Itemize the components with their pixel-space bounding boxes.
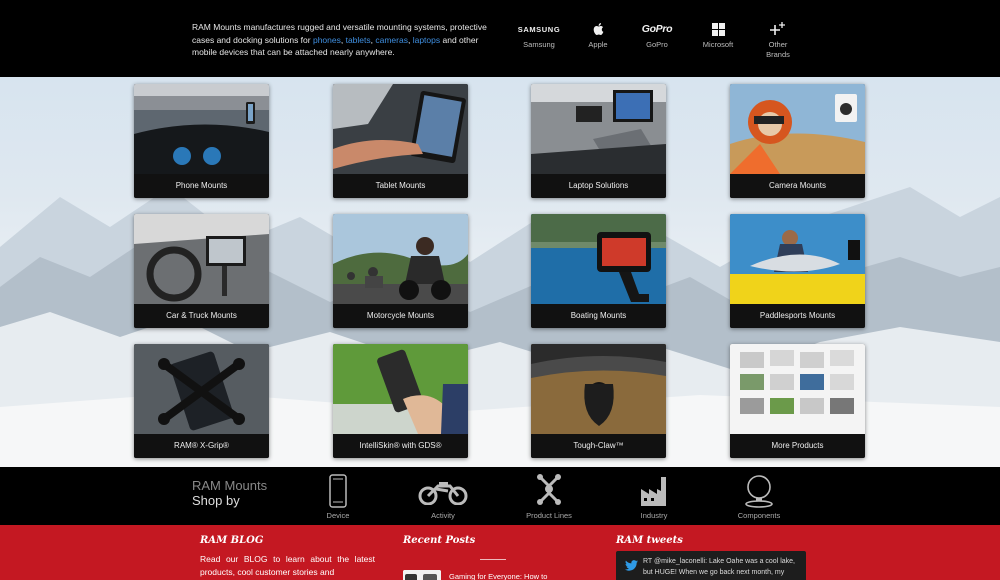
shop-by-industry[interactable]: Industry [619,473,689,520]
ball-mount-icon [724,473,794,509]
category-tile-x-grip[interactable]: RAM® X-Grip® [134,344,269,458]
recent-post-link[interactable]: Gaming for Everyone: How to [449,572,547,580]
cameras-link[interactable]: cameras [375,35,408,45]
shop-label: Activity [431,511,455,520]
category-tile-camera-mounts[interactable]: Camera Mounts [730,84,865,198]
samsung-wordmark: SAMSUNG [517,24,561,34]
shop-by-components[interactable]: Components [724,473,794,520]
phone-mounts-image [134,84,269,174]
section-divider [480,559,506,560]
x-grip-image [134,344,269,434]
camera-mounts-image [730,84,865,174]
shop-label: Components [737,511,781,520]
category-label: Paddlesports Mounts [730,304,865,328]
category-tile-car-truck-mounts[interactable]: Car & Truck Mounts [134,214,269,328]
category-label: More Products [730,434,865,458]
more-products-image [730,344,865,434]
category-tile-paddlesports-mounts[interactable]: Paddlesports Mounts [730,214,865,328]
post-thumbnail[interactable] [403,570,441,580]
motorcycle-mounts-image [333,214,468,304]
category-label: Car & Truck Mounts [134,304,269,328]
category-tile-intelliskin[interactable]: IntelliSkin® with GDS® [333,344,468,458]
tweets-heading: RAM tweets [616,535,683,546]
brand-label: Other Brands [751,40,805,60]
shop-by-title: RAM Mounts Shop by [192,478,267,508]
brand-microsoft[interactable]: Microsoft [691,20,745,50]
category-tile-tough-claw[interactable]: Tough-Claw™ [531,344,666,458]
category-label: Laptop Solutions [531,174,666,198]
brand-samsung[interactable]: SAMSUNG Samsung [512,20,566,50]
phones-link[interactable]: phones [313,35,341,45]
brand-label: Samsung [523,40,555,49]
motorcycle-icon [408,473,478,509]
shop-title-heading: Shop by [192,493,240,508]
brand-label: GoPro [646,40,668,49]
smartphone-icon [303,473,373,509]
intelliskin-image [333,344,468,434]
category-label: IntelliSkin® with GDS® [333,434,468,458]
category-hero: Phone Mounts Tablet Mounts Laptop Soluti… [0,77,1000,467]
gopro-wordmark: GoPro [641,23,673,35]
shop-label: Industry [640,511,668,520]
paddlesports-mounts-image [730,214,865,304]
category-label: Phone Mounts [134,174,269,198]
brand-label: Microsoft [702,40,734,49]
brand-label-line: Other [768,40,788,49]
category-tile-motorcycle-mounts[interactable]: Motorcycle Mounts [333,214,468,328]
category-tile-more-products[interactable]: More Products [730,344,865,458]
shop-title-brand: RAM Mounts [192,478,268,493]
factory-icon [619,473,689,509]
blog-heading: RAM BLOG [200,535,264,546]
gopro-icon: GoPro [630,20,684,38]
brand-label: Apple [588,40,608,49]
category-label: RAM® X-Grip® [134,434,269,458]
boating-mounts-image [531,214,666,304]
blog-description: Read our BLOG to learn about the latest … [200,554,375,577]
samsung-icon: SAMSUNG [512,20,566,38]
brand-apple[interactable]: Apple [571,20,625,50]
recent-posts-heading: Recent Posts [403,535,476,546]
category-tile-tablet-mounts[interactable]: Tablet Mounts [333,84,468,198]
car-truck-mounts-image [134,214,269,304]
laptop-solutions-image [531,84,666,174]
category-label: Motorcycle Mounts [333,304,468,328]
category-label: Boating Mounts [531,304,666,328]
shop-by-bar: RAM Mounts Shop by Device Activity Produ… [0,467,1000,525]
tweet-card[interactable]: RT @mike_laconelli: Lake Oahe was a cool… [616,551,806,580]
tablets-link[interactable]: tablets [346,35,371,45]
apple-icon [571,20,625,38]
category-tile-phone-mounts[interactable]: Phone Mounts [134,84,269,198]
shop-by-device[interactable]: Device [303,473,373,520]
laptops-link[interactable]: laptops [413,35,440,45]
brand-other[interactable]: Other Brands [751,20,805,60]
tweet-text: RT @mike_laconelli: Lake Oahe was a cool… [643,558,795,576]
tablet-mounts-image [333,84,468,174]
brand-gopro[interactable]: GoPro GoPro [630,20,684,50]
intro-text: RAM Mounts manufactures rugged and versa… [192,21,502,59]
category-tile-boating-mounts[interactable]: Boating Mounts [531,214,666,328]
plus-icon [751,20,805,38]
shop-label: Device [326,511,350,520]
category-label: Tablet Mounts [333,174,468,198]
microsoft-icon [691,20,745,38]
product-lines-icon [514,473,584,509]
footer: RAM BLOG Read our BLOG to learn about th… [0,525,1000,580]
shop-by-activity[interactable]: Activity [408,473,478,520]
category-label: Tough-Claw™ [531,434,666,458]
shop-by-product-lines[interactable]: Product Lines [514,473,584,520]
twitter-bird-icon [625,558,638,576]
brand-label-line: Brands [766,50,790,59]
tough-claw-image [531,344,666,434]
category-label: Camera Mounts [730,174,865,198]
shop-label: Product Lines [526,511,572,520]
top-bar: RAM Mounts manufactures rugged and versa… [0,0,1000,77]
category-tile-laptop-solutions[interactable]: Laptop Solutions [531,84,666,198]
